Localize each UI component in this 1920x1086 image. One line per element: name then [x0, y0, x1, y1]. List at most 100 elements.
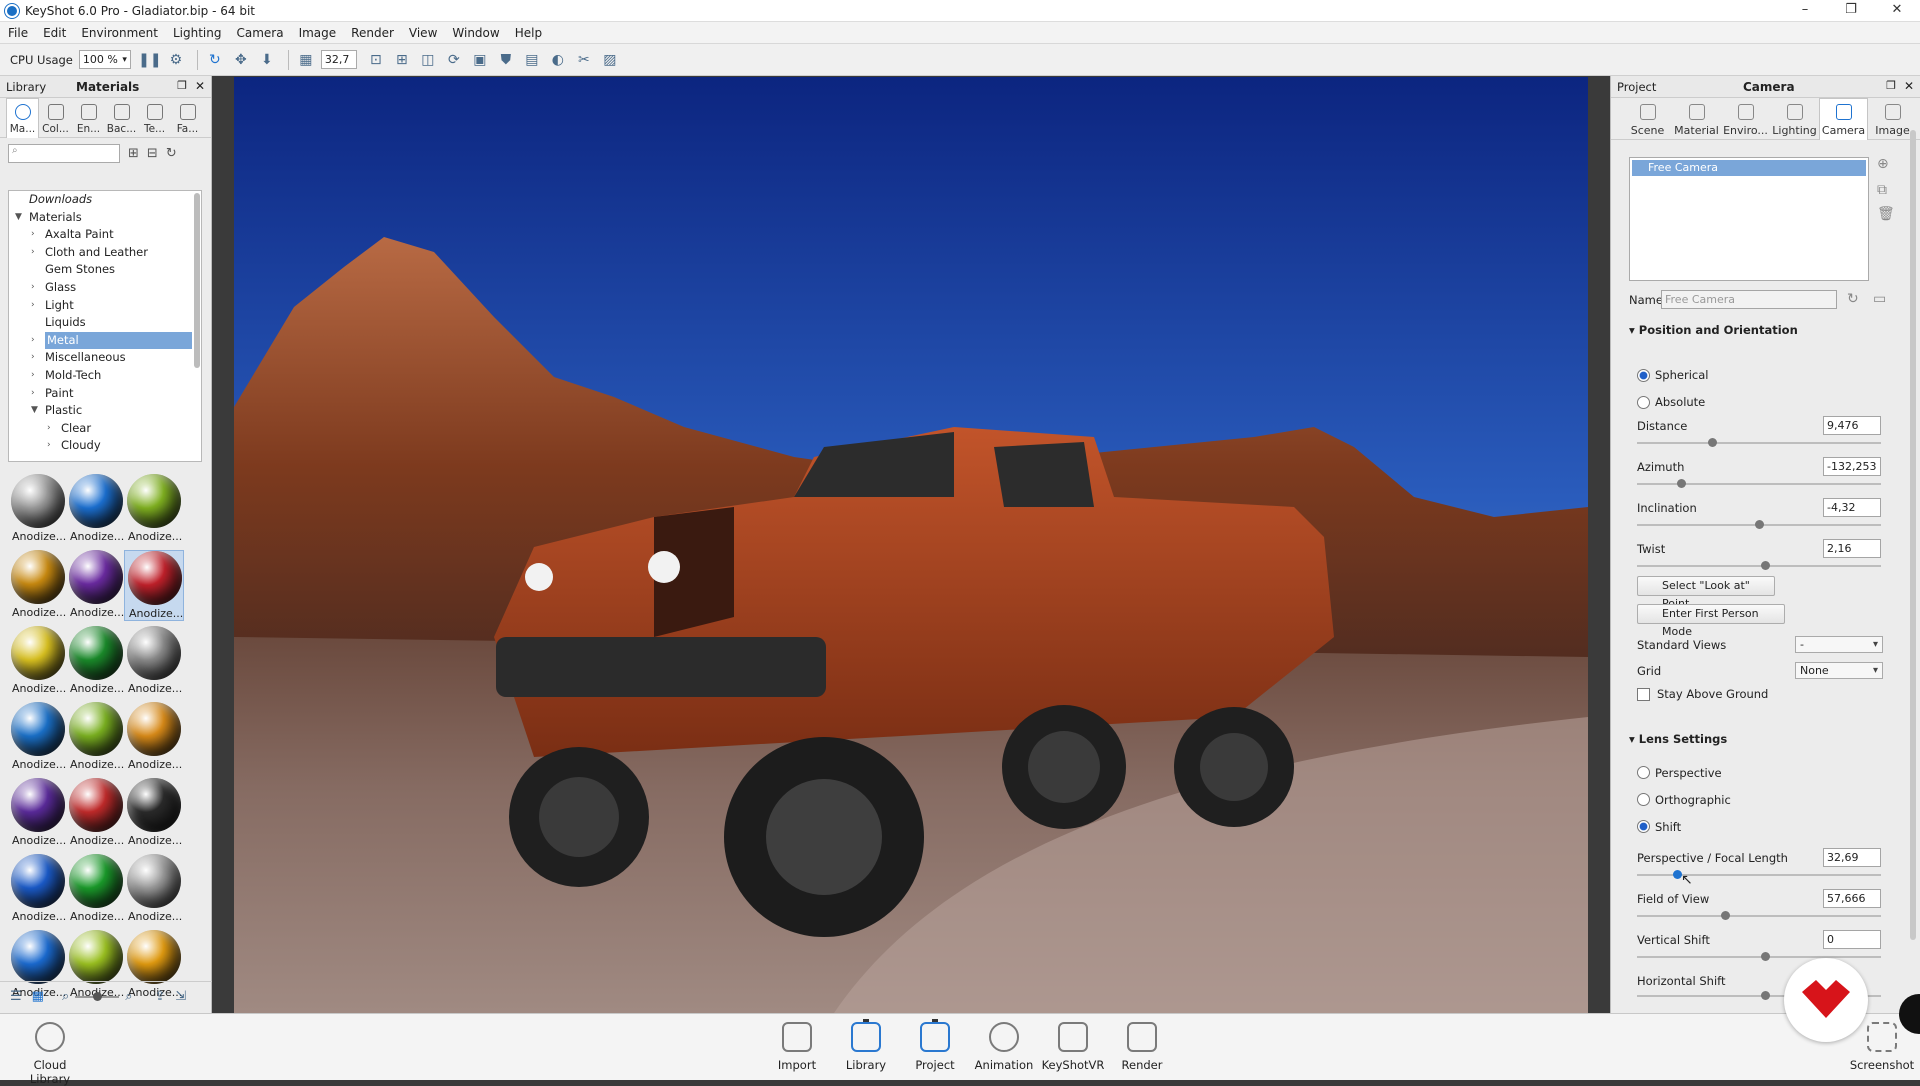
menu-help[interactable]: Help [515, 26, 542, 40]
cpu-usage-select[interactable]: 100 % ▾ [78, 50, 131, 69]
camera-name-input[interactable]: Free Camera [1661, 290, 1837, 309]
reload-icon[interactable]: ↻ [204, 49, 226, 71]
animation-button[interactable]: Animation [971, 1022, 1037, 1072]
tab-camera[interactable]: Camera [1819, 98, 1868, 140]
tab-materials[interactable]: Ma... [6, 98, 39, 138]
tree-item[interactable]: › Light [9, 297, 201, 315]
material-thumbnail[interactable]: Anodize... [124, 702, 184, 771]
tree-item[interactable]: › Clear [9, 420, 201, 438]
absolute-radio[interactable] [1637, 396, 1650, 409]
menu-environment[interactable]: Environment [81, 26, 158, 40]
orthographic-radio[interactable] [1637, 793, 1650, 806]
tab-textures[interactable]: Te... [138, 98, 171, 138]
tab-environments[interactable]: En... [72, 98, 105, 138]
tree-item[interactable]: Liquids [9, 314, 201, 332]
pause-icon[interactable]: ❚❚ [138, 49, 161, 71]
tree-item[interactable]: › Mold-Tech [9, 367, 201, 385]
field-of-view-input[interactable]: 57,666 [1823, 889, 1881, 908]
material-thumbnail[interactable]: Anodize... [8, 778, 68, 847]
project-button[interactable]: Project [902, 1019, 968, 1072]
tree-item[interactable]: Gem Stones [9, 261, 201, 279]
zoom-out-icon[interactable]: ⌕ [62, 989, 69, 1004]
project-scrollbar[interactable] [1910, 130, 1916, 940]
texture-icon[interactable]: ▤ [521, 49, 543, 71]
reset-camera-icon[interactable]: ↻ [1847, 291, 1859, 307]
pan-icon[interactable]: ◫ [417, 49, 439, 71]
tree-item[interactable]: ▼ Plastic [9, 402, 201, 420]
minimize-button[interactable]: – [1782, 0, 1828, 22]
close-panel-icon[interactable]: ✕ [195, 79, 205, 93]
material-thumbnail[interactable]: Anodize... [66, 702, 126, 771]
refresh-icon[interactable]: ↻ [166, 146, 177, 161]
library-button[interactable]: Library [833, 1019, 899, 1072]
dock-icon[interactable]: ❐ [1886, 79, 1896, 92]
tab-backplates[interactable]: Bac... [105, 98, 138, 138]
tab-colors[interactable]: Col... [39, 98, 72, 138]
rotate-icon[interactable]: ⟳ [443, 49, 465, 71]
material-thumbnail[interactable]: Anodize... [124, 474, 184, 543]
tree-item[interactable]: › Axalta Paint [9, 226, 201, 244]
zoom-in-icon[interactable]: ⌕ [125, 989, 132, 1004]
upload-icon[interactable]: ⇪ [155, 989, 166, 1004]
azimuth-input[interactable]: -132,253 [1823, 457, 1881, 476]
vertical-shift-input[interactable]: 0 [1823, 930, 1881, 949]
add-folder-icon[interactable]: ⊞ [128, 146, 139, 161]
list-view-icon[interactable]: ☰ [10, 989, 22, 1004]
tree-item[interactable]: › Glass [9, 279, 201, 297]
tools-icon[interactable]: ✂ [573, 49, 595, 71]
material-thumbnail[interactable]: Anodize... [124, 854, 184, 923]
render-button[interactable]: Render [1109, 1022, 1175, 1072]
material-thumbnail[interactable]: Anodize... [8, 474, 68, 543]
region-icon[interactable]: ▦ [295, 49, 317, 71]
tree-item[interactable]: › Cloudy [9, 437, 201, 455]
fit-icon[interactable]: ✥ [230, 49, 252, 71]
performance-mode-icon[interactable]: ⚙ [165, 49, 187, 71]
inclination-input[interactable]: -4,32 [1823, 498, 1881, 517]
focal-length-slider[interactable] [1637, 870, 1881, 879]
tab-lighting[interactable]: Lighting [1770, 98, 1819, 140]
slider-knob[interactable] [1708, 438, 1717, 447]
lock-icon[interactable]: ▣ [469, 49, 491, 71]
tab-scene[interactable]: Scene [1623, 98, 1672, 140]
thumbnail-size-slider[interactable] [75, 991, 120, 1001]
menu-view[interactable]: View [409, 26, 437, 40]
twist-slider[interactable] [1637, 561, 1881, 570]
save-camera-icon[interactable]: ▭ [1873, 291, 1886, 307]
menu-render[interactable]: Render [351, 26, 394, 40]
keyshotvr-button[interactable]: KeyShotVR [1040, 1022, 1106, 1072]
collapsed-arrow-icon[interactable]: › [31, 367, 35, 385]
menu-file[interactable]: File [8, 26, 28, 40]
collapsed-arrow-icon[interactable]: › [31, 279, 35, 297]
position-orientation-header[interactable]: ▾ Position and Orientation [1629, 323, 1798, 337]
expanded-arrow-icon[interactable]: ▼ [15, 209, 22, 227]
standard-views-select[interactable]: - [1795, 636, 1883, 653]
zoom-fit-icon[interactable]: ⊡ [365, 49, 387, 71]
material-thumbnail[interactable]: Anodize... [8, 626, 68, 695]
camera-list-item[interactable]: Free Camera [1632, 160, 1866, 176]
import-button[interactable]: Import [764, 1022, 830, 1072]
render-viewport[interactable] [234, 77, 1588, 1013]
tree-scrollbar[interactable] [194, 193, 200, 368]
move-icon[interactable]: ⊞ [391, 49, 413, 71]
slider-knob[interactable] [1677, 479, 1686, 488]
material-thumbnail[interactable]: Anodize... [8, 854, 68, 923]
close-panel-icon[interactable]: ✕ [1904, 79, 1914, 93]
expanded-arrow-icon[interactable]: ▼ [31, 402, 38, 420]
import-folder-icon[interactable]: ⇲ [175, 989, 186, 1004]
collapsed-arrow-icon[interactable]: › [47, 420, 51, 438]
download-icon[interactable]: ⬇ [256, 49, 278, 71]
stay-above-ground-checkbox[interactable] [1637, 688, 1650, 701]
close-button[interactable]: ✕ [1874, 0, 1920, 22]
collapsed-arrow-icon[interactable]: › [31, 244, 35, 262]
tab-environment[interactable]: Enviro... [1721, 98, 1770, 140]
inclination-slider[interactable] [1637, 520, 1881, 529]
field-of-view-slider[interactable] [1637, 911, 1881, 920]
material-thumbnail[interactable]: Anodize... [66, 550, 126, 619]
material-thumbnail[interactable]: Anodize... [124, 550, 184, 621]
material-thumbnail[interactable]: Anodize... [8, 550, 68, 619]
twist-input[interactable]: 2,16 [1823, 539, 1881, 558]
menu-window[interactable]: Window [452, 26, 499, 40]
grid-view-icon[interactable]: ▦ [32, 989, 44, 1004]
slider-knob[interactable] [1761, 561, 1770, 570]
cloud-library-button[interactable]: Cloud Library [18, 1022, 82, 1086]
